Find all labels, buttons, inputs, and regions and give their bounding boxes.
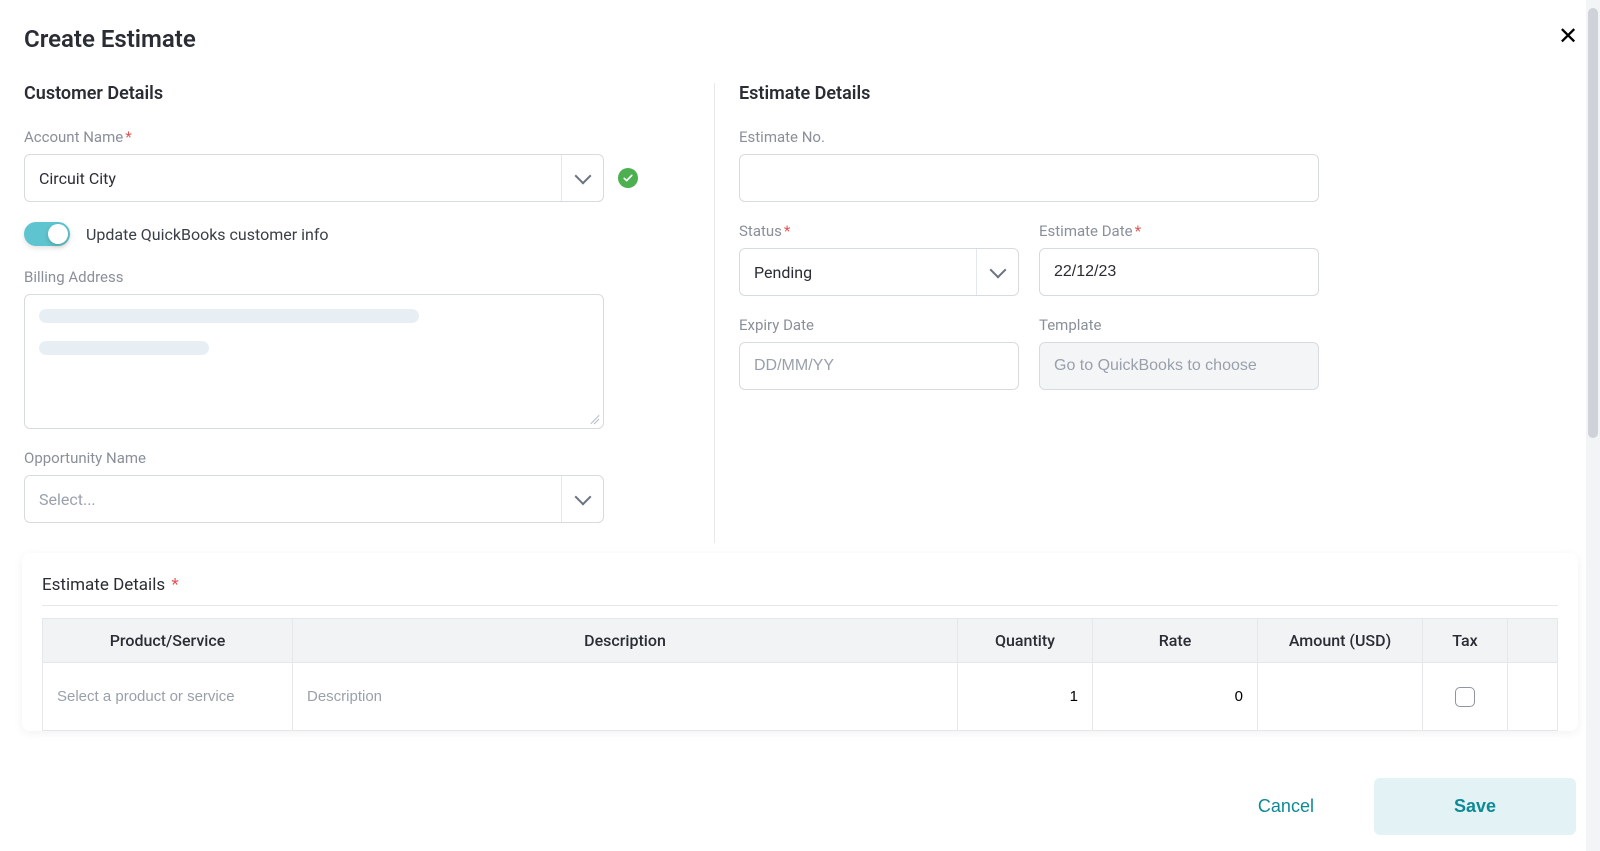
scrollbar-track[interactable]: [1586, 0, 1600, 851]
account-name-value: Circuit City: [25, 169, 561, 188]
rate-input[interactable]: [1093, 663, 1257, 730]
chevron-down-icon: [574, 168, 591, 185]
account-name-select[interactable]: Circuit City: [24, 154, 604, 202]
expiry-date-input[interactable]: [739, 342, 1019, 390]
opportunity-name-select[interactable]: Select...: [24, 475, 604, 523]
opportunity-name-label: Opportunity Name: [24, 449, 684, 467]
estimate-no-input[interactable]: [739, 154, 1319, 202]
col-description: Description: [293, 619, 958, 663]
check-icon: [622, 172, 634, 184]
scrollbar-thumb[interactable]: [1588, 8, 1598, 438]
estimate-date-input[interactable]: [1039, 248, 1319, 296]
col-quantity: Quantity: [958, 619, 1093, 663]
table-row: [43, 663, 1558, 731]
opportunity-name-placeholder: Select...: [25, 490, 561, 509]
resize-handle-icon[interactable]: [587, 412, 599, 424]
template-input: [1039, 342, 1319, 390]
estimate-date-label: Estimate Date*: [1039, 222, 1319, 240]
line-items-heading: Estimate Details *: [42, 575, 1558, 606]
row-actions-cell: [1508, 663, 1558, 731]
page-title: Create Estimate: [0, 0, 1600, 53]
estimate-no-label: Estimate No.: [739, 128, 1319, 146]
amount-input[interactable]: [1258, 663, 1422, 730]
close-icon: ✕: [1558, 22, 1578, 51]
template-label: Template: [1039, 316, 1319, 334]
account-name-caret[interactable]: [561, 155, 603, 201]
line-items-table: Product/Service Description Quantity Rat…: [42, 618, 1558, 731]
update-quickbooks-label: Update QuickBooks customer info: [86, 225, 329, 244]
quantity-input[interactable]: [958, 663, 1092, 730]
estimate-details-section: Estimate Details Estimate No. Status* Pe…: [714, 83, 1576, 543]
save-button[interactable]: Save: [1374, 778, 1576, 835]
toggle-knob: [48, 224, 68, 244]
update-quickbooks-toggle[interactable]: [24, 222, 70, 246]
tax-checkbox[interactable]: [1455, 687, 1475, 707]
estimate-details-heading: Estimate Details: [739, 83, 1576, 104]
col-rate: Rate: [1093, 619, 1258, 663]
account-name-label: Account Name*: [24, 128, 684, 146]
col-amount: Amount (USD): [1258, 619, 1423, 663]
customer-details-heading: Customer Details: [24, 83, 684, 104]
line-items-panel: Estimate Details * Product/Service Descr…: [22, 553, 1578, 731]
col-tax: Tax: [1423, 619, 1508, 663]
account-verified-badge: [618, 168, 638, 188]
status-label: Status*: [739, 222, 1019, 240]
billing-address-label: Billing Address: [24, 268, 684, 286]
chevron-down-icon: [574, 489, 591, 506]
skeleton-line: [39, 341, 209, 355]
product-input[interactable]: [43, 663, 292, 730]
cancel-button[interactable]: Cancel: [1238, 784, 1334, 829]
footer: Cancel Save: [0, 761, 1586, 851]
billing-address-textarea[interactable]: [24, 294, 604, 429]
skeleton-line: [39, 309, 419, 323]
status-select[interactable]: Pending: [739, 248, 1019, 296]
opportunity-name-caret[interactable]: [561, 476, 603, 522]
col-product: Product/Service: [43, 619, 293, 663]
chevron-down-icon: [989, 262, 1006, 279]
status-value: Pending: [740, 263, 976, 282]
close-button[interactable]: ✕: [1554, 22, 1582, 50]
expiry-date-label: Expiry Date: [739, 316, 1019, 334]
customer-details-section: Customer Details Account Name* Circuit C…: [24, 83, 714, 543]
description-input[interactable]: [293, 663, 957, 730]
status-caret[interactable]: [976, 249, 1018, 295]
col-actions: [1508, 619, 1558, 663]
